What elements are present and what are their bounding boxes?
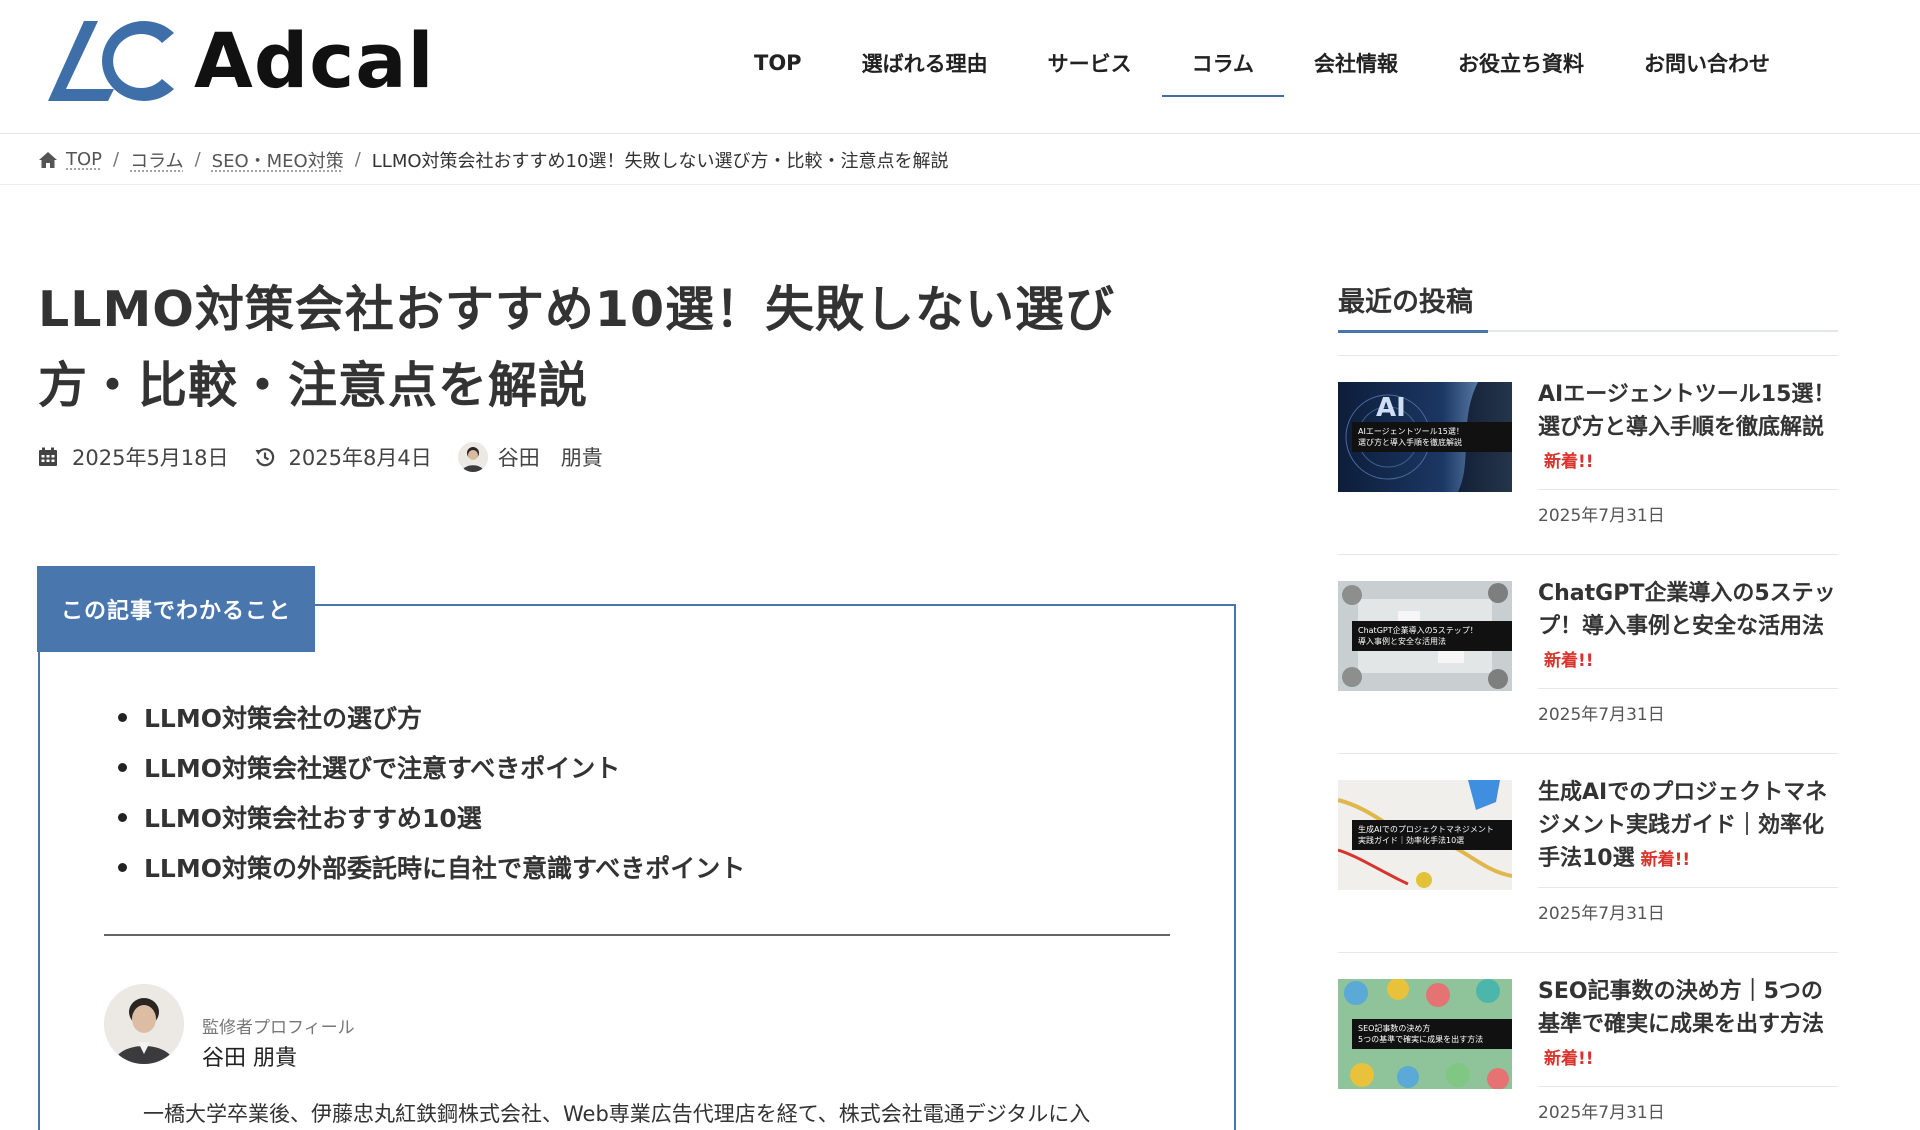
site-header: Adcal TOP 選ばれる理由 サービス コラム 会社情報 お役立ち資料 お問… [0,0,1920,134]
post-thumbnail-caption: SEO記事数の決め方 5つの基準で確実に成果を出す方法 [1352,1019,1512,1049]
recent-post-item[interactable]: 生成AIでのプロジェクトマネジメント 実践ガイド｜効率化手法10選 生成AIでの… [1338,753,1838,953]
post-title-text: AIエージェントツール15選！選び方と導入手順を徹底解説 [1538,382,1836,440]
breadcrumb-separator: / [113,149,120,170]
recent-posts-heading: 最近の投稿 [1338,287,1473,318]
post-thumbnail[interactable]: ChatGPT企業導入の5ステップ！ 導入事例と安全な活用法 [1338,581,1512,691]
nav-item-top[interactable]: TOP [724,30,832,96]
author[interactable]: 谷田 朋貴 [457,442,603,472]
supervisor-name: 谷田 朋貴 [202,1046,297,1071]
calendar-icon [39,447,57,466]
new-badge: 新着!! [1544,651,1594,671]
summary-item: LLMO対策会社おすすめ10選 [118,792,745,842]
article-title-line1: LLMO対策会社おすすめ10選！失敗しない選び [38,281,1116,338]
recent-post-item[interactable]: SEO記事数の決め方 5つの基準で確実に成果を出す方法 SEO記事数の決め方｜5… [1338,952,1838,1130]
post-thumbnail[interactable]: 生成AIでのプロジェクトマネジメント 実践ガイド｜効率化手法10選 [1338,780,1512,890]
nav-item-contact[interactable]: お問い合わせ [1614,30,1800,96]
new-badge: 新着!! [1640,850,1691,870]
post-title-text: ChatGPT企業導入の5ステップ！導入事例と安全な活用法 [1538,581,1836,639]
nav-item-company[interactable]: 会社情報 [1284,30,1428,96]
updated-date: 2025年8月4日 [255,442,432,472]
post-title[interactable]: 生成AIでのプロジェクトマネジメント実践ガイド｜効率化手法10選 新着!! [1538,776,1838,877]
breadcrumb-column-link[interactable]: コラム [130,147,183,173]
post-title[interactable]: SEO記事数の決め方｜5つの基準で確実に成果を出す方法新着!! [1538,975,1838,1076]
article-meta: 2025年5月18日 2025年8月4日 谷田 朋貴 [38,440,629,474]
author-name: 谷田 朋貴 [497,446,603,470]
post-separator [1538,489,1838,490]
home-icon [39,151,57,168]
breadcrumb-category-link[interactable]: SEO・MEO対策 [212,147,344,173]
summary-divider [104,934,1170,936]
post-title-text: SEO記事数の決め方｜5つの基準で確実に成果を出す方法 [1538,979,1825,1037]
post-title[interactable]: ChatGPT企業導入の5ステップ！導入事例と安全な活用法新着!! [1538,577,1838,678]
logo-text: Adcal [194,16,435,105]
logo-mark-icon [48,20,174,101]
post-thumbnail-caption: ChatGPT企業導入の5ステップ！ 導入事例と安全な活用法 [1352,621,1512,651]
nav-item-resources[interactable]: お役立ち資料 [1428,30,1614,96]
breadcrumb-current: LLMO対策会社おすすめ10選！失敗しない選び方・比較・注意点を解説 [371,150,949,172]
post-thumbnail[interactable]: AI AIエージェントツール15選！ 選び方と導入手順を徹底解説 [1338,382,1512,492]
recent-posts-heading-accent [1338,330,1488,333]
supervisor-bio: 一橋大学卒業後、伊藤忠丸紅鉄鋼株式会社、Web専業広告代理店を経て、株式会社電通… [143,1102,1091,1126]
nav-item-reasons[interactable]: 選ばれる理由 [832,30,1018,96]
nav-item-services[interactable]: サービス [1018,30,1162,96]
updated-date-text: 2025年8月4日 [288,446,432,470]
nav-item-column[interactable]: コラム [1161,30,1285,97]
article-summary-list: LLMO対策会社の選び方 LLMO対策会社選びで注意すべきポイント LLMO対策… [118,692,745,892]
article-title-line2: 方・比較・注意点を解説 [38,357,589,414]
history-icon [255,448,274,467]
post-thumbnail-caption: AIエージェントツール15選！ 選び方と導入手順を徹底解説 [1352,422,1512,452]
post-thumbnail-caption: 生成AIでのプロジェクトマネジメント 実践ガイド｜効率化手法10選 [1352,820,1512,850]
post-separator [1538,688,1838,689]
article-summary-label: この記事でわかること [37,566,315,652]
summary-item: LLMO対策会社の選び方 [118,692,745,742]
new-badge: 新着!! [1544,1049,1594,1069]
post-title[interactable]: AIエージェントツール15選！選び方と導入手順を徹底解説新着!! [1538,378,1838,479]
global-nav: TOP 選ばれる理由 サービス コラム 会社情報 お役立ち資料 お問い合わせ [724,30,1800,97]
summary-item: LLMO対策会社選びで注意すべきポイント [118,742,745,792]
post-date: 2025年7月31日 [1538,506,1665,526]
post-date: 2025年7月31日 [1538,705,1665,725]
article-title: LLMO対策会社おすすめ10選！失敗しない選び 方・比較・注意点を解説 [38,272,1158,424]
author-avatar [457,442,488,472]
post-separator [1538,887,1838,888]
summary-item: LLMO対策の外部委託時に自社で意識すべきポイント [118,842,745,892]
post-thumbnail[interactable]: SEO記事数の決め方 5つの基準で確実に成果を出す方法 [1338,979,1512,1089]
post-separator [1538,1086,1838,1087]
breadcrumb-separator: / [354,149,361,170]
supervisor-avatar [104,984,184,1064]
recent-post-item[interactable]: AI AIエージェントツール15選！ 選び方と導入手順を徹底解説 AIエージェン… [1338,355,1838,555]
published-date: 2025年5月18日 [38,442,229,472]
breadcrumb-top-link[interactable]: TOP [66,149,102,170]
new-badge: 新着!! [1544,452,1594,472]
post-date: 2025年7月31日 [1538,904,1665,924]
post-date: 2025年7月31日 [1538,1103,1665,1123]
published-date-text: 2025年5月18日 [72,446,229,470]
svg-text:AI: AI [1376,393,1406,423]
site-logo[interactable]: Adcal [46,18,435,104]
recent-post-item[interactable]: ChatGPT企業導入の5ステップ！ 導入事例と安全な活用法 ChatGPT企業… [1338,554,1838,754]
breadcrumb-separator: / [194,149,201,170]
supervisor-label: 監修者プロフィール [202,1018,355,1038]
breadcrumb: TOP / コラム / SEO・MEO対策 / LLMO対策会社おすすめ10選！… [0,135,1920,185]
